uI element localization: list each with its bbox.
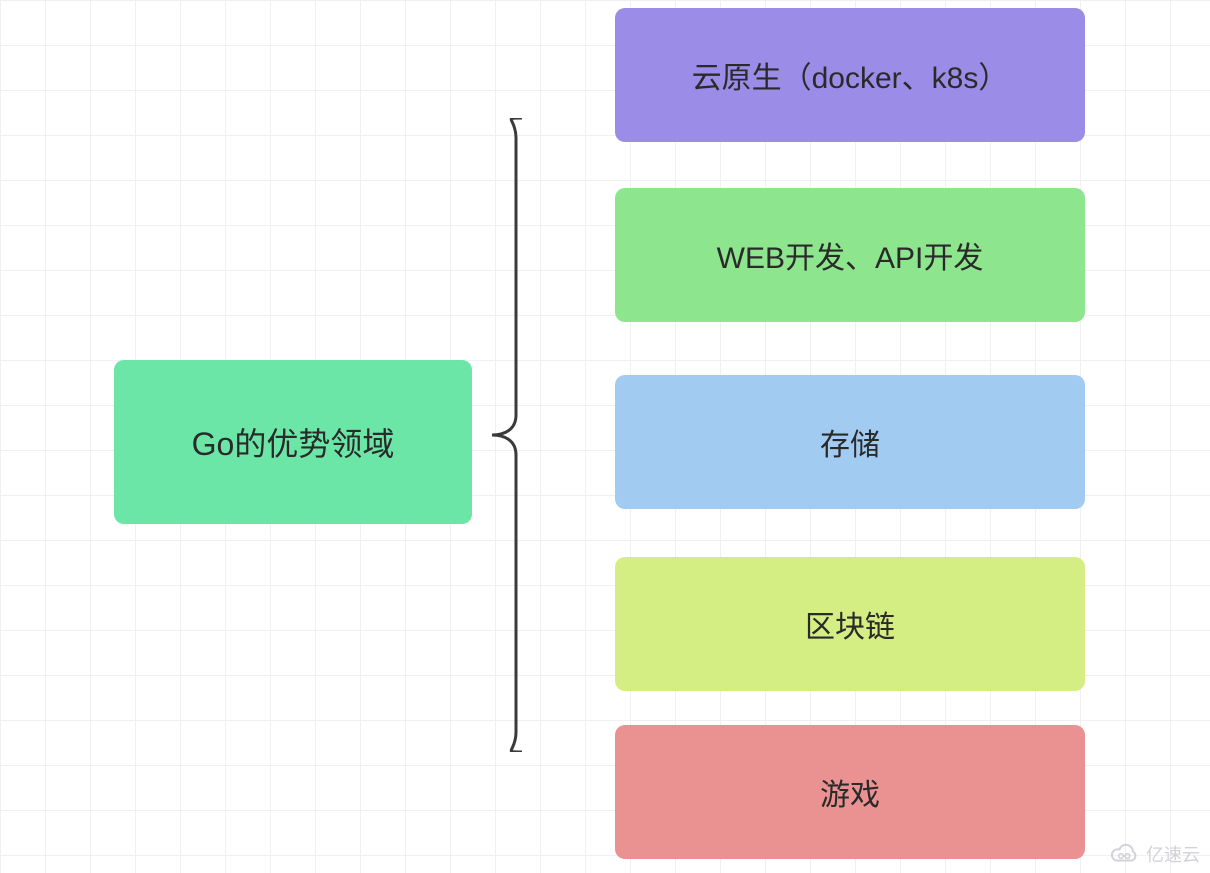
child-label: 游戏 bbox=[820, 770, 880, 814]
child-node-blockchain: 区块链 bbox=[615, 557, 1085, 691]
child-node-storage: 存储 bbox=[615, 375, 1085, 509]
child-node-cloud-native: 云原生（docker、k8s） bbox=[615, 8, 1085, 142]
child-node-game: 游戏 bbox=[615, 725, 1085, 859]
root-node: Go的优势领域 bbox=[114, 360, 472, 524]
child-label: 区块链 bbox=[805, 602, 895, 646]
cloud-icon bbox=[1110, 843, 1140, 865]
child-node-web-api: WEB开发、API开发 bbox=[615, 188, 1085, 322]
child-label: WEB开发、API开发 bbox=[717, 233, 984, 277]
watermark-text: 亿速云 bbox=[1146, 841, 1200, 867]
root-label: Go的优势领域 bbox=[192, 419, 395, 465]
child-label: 存储 bbox=[820, 420, 880, 464]
child-label: 云原生（docker、k8s） bbox=[692, 53, 1009, 97]
brace-connector bbox=[486, 118, 522, 752]
watermark: 亿速云 bbox=[1110, 841, 1200, 867]
